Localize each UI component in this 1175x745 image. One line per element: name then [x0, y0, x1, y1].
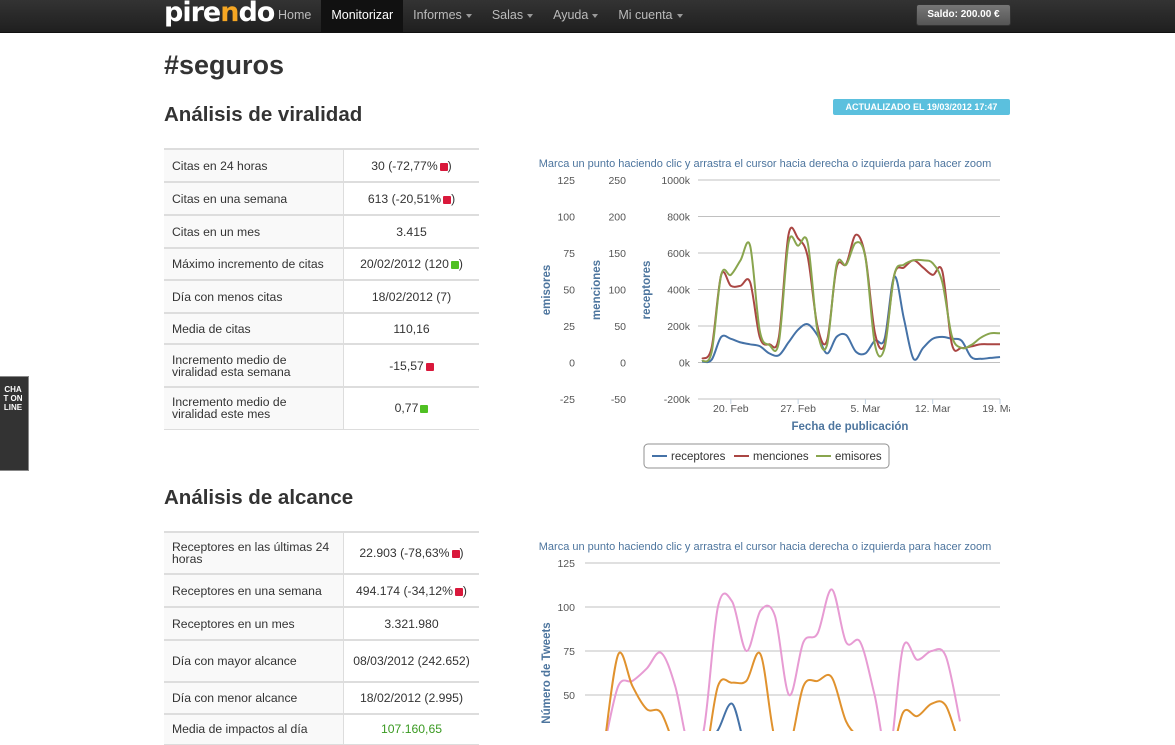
y-tick-label: 100 [557, 212, 575, 224]
nav-item-informes[interactable]: Informes [403, 0, 482, 32]
table-row: Incremento medio de viralidad esta seman… [164, 343, 479, 387]
trend-down-icon [451, 550, 460, 558]
updated-badge: ACTUALIZADO EL 19/03/2012 17:47 [833, 99, 1010, 115]
y-tick-label: -25 [560, 394, 575, 406]
y-tick-label: 400k [667, 285, 691, 297]
reach-chart[interactable]: Marca un punto haciendo clic y arrastra … [520, 533, 1010, 731]
caret-down-icon [527, 13, 534, 18]
y-tick-label: 150 [608, 248, 626, 260]
trend-up-icon [450, 261, 459, 269]
table-row: Receptores en una semana 494.174 (-34,12%… [164, 573, 479, 607]
x-tick-label: 5. Mar [851, 403, 881, 415]
nav-item-ayuda[interactable]: Ayuda [543, 0, 608, 32]
x-tick-label: 20. Feb [713, 403, 749, 415]
trend-down-icon [439, 162, 448, 171]
reach-table: Receptores en las últimas 24 horas 22.903… [164, 531, 479, 745]
y-axis-label: Número de Tweets [541, 622, 553, 723]
y-tick-label: 50 [563, 285, 575, 297]
series-line-2 [716, 702, 742, 731]
x-tick-label: 19. Mar [982, 403, 1010, 415]
trend-down-icon [443, 195, 452, 204]
x-tick-label: 27. Feb [780, 403, 816, 415]
table-row: Máximo incremento de citas 20/02/2012 (12… [164, 247, 479, 280]
table-row: Incremento medio de viralidad este mes 0,… [164, 386, 479, 430]
balance-button[interactable]: Saldo: 200.00 € [916, 4, 1011, 26]
table-row: Día con menor alcance 18/02/2012 (2.995) [164, 681, 479, 714]
y-tick-label: 75 [563, 646, 575, 658]
y-tick-label: 100 [608, 285, 626, 297]
y-tick-label: 0 [620, 358, 626, 370]
x-axis-label: Fecha de publicación [792, 421, 909, 433]
trend-up-icon [420, 405, 429, 414]
y-tick-label: 200 [608, 212, 626, 224]
table-row: Día con menos citas 18/02/2012 (7) [164, 279, 479, 313]
axis-label: receptores [641, 261, 653, 320]
y-tick-label: 125 [557, 558, 575, 570]
table-row: Media de impactos al día 107.160,65 [164, 713, 479, 745]
legend-item-emisores: emisores [835, 451, 882, 463]
y-tick-label: 25 [563, 321, 575, 333]
page-title: #seguros [164, 50, 285, 80]
nav-item-salas[interactable]: Salas [482, 0, 543, 32]
table-row: Receptores en las últimas 24 horas 22.903… [164, 531, 479, 574]
axis-label: emisores [541, 265, 553, 316]
caret-down-icon [592, 13, 599, 18]
chat-online-tab[interactable]: CHAT ONLINE [0, 376, 29, 471]
y-tick-label: 50 [614, 321, 626, 333]
y-tick-label: 200k [667, 321, 691, 333]
caret-down-icon [676, 13, 683, 18]
y-tick-label: -50 [611, 394, 626, 406]
table-row: Citas en una semana 613 (-20,51%) [164, 181, 479, 215]
y-tick-label: 75 [563, 248, 575, 260]
brand-logo[interactable]: pirendo [164, 0, 275, 29]
y-tick-label: 250 [608, 175, 626, 187]
x-tick-label: 12. Mar [915, 403, 951, 415]
caret-down-icon [465, 13, 472, 18]
nav-item-home[interactable]: Home [268, 0, 321, 32]
trend-down-icon [425, 362, 434, 371]
axis-label: menciones [591, 260, 603, 320]
y-tick-label: 600k [667, 248, 691, 260]
table-row: Citas en 24 horas 30 (-72,77%) [164, 148, 479, 182]
legend-item-receptores: receptores [671, 451, 726, 463]
reach-section-title: Análisis de alcance [164, 486, 354, 509]
trend-down-icon [454, 587, 463, 596]
brand-main: pire [164, 0, 221, 28]
chart-subtitle: Marca un punto haciendo clic y arrastra … [539, 158, 991, 170]
brand-dot: n [220, 0, 239, 28]
main-nav: Home Monitorizar Informes Salas Ayuda Mi… [268, 0, 693, 32]
y-tick-label: -200k [664, 394, 691, 406]
table-row: Día con mayor alcance 08/03/2012 (242.652… [164, 639, 479, 682]
y-tick-label: 1000k [661, 175, 690, 187]
virality-table: Citas en 24 horas 30 (-72,77%) Citas en u… [164, 148, 479, 430]
chart-subtitle: Marca un punto haciendo clic y arrastra … [539, 541, 991, 553]
nav-item-monitorizar[interactable]: Monitorizar [321, 0, 404, 32]
y-tick-label: 100 [557, 602, 575, 614]
y-tick-label: 800k [667, 212, 691, 224]
y-tick-label: 0 [569, 358, 575, 370]
virality-section-title: Análisis de viralidad [164, 103, 363, 126]
table-row: Citas en un mes 3.415 [164, 214, 479, 248]
y-tick-label: 125 [557, 175, 575, 187]
y-tick-label: 0k [679, 358, 691, 370]
top-navbar: pirendo Home Monitorizar Informes Salas … [0, 0, 1175, 33]
table-row: Media de citas 110,16 [164, 312, 479, 344]
y-tick-label: 50 [563, 690, 575, 702]
table-row: Receptores en un mes 3.321.980 [164, 606, 479, 640]
virality-chart[interactable]: Marca un punto haciendo clic y arrastra … [520, 150, 1010, 475]
nav-item-mi-cuenta[interactable]: Mi cuenta [608, 0, 692, 32]
legend-item-menciones: menciones [753, 451, 809, 463]
